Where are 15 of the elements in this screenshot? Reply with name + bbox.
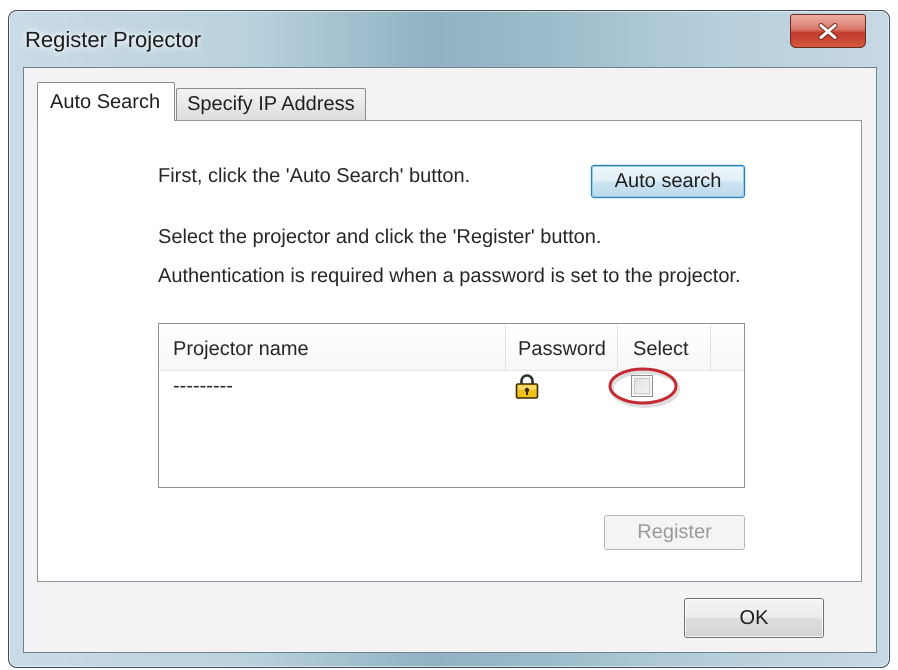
close-icon: [818, 22, 838, 40]
projector-name-cell-text: ---------: [172, 374, 233, 398]
column-header[interactable]: Password: [506, 324, 618, 370]
window-title: Register Projector: [25, 27, 202, 53]
close-button[interactable]: [790, 14, 866, 48]
column-header[interactable]: Select: [618, 324, 711, 370]
instruction-text: First, click the 'Auto Search' button.: [158, 165, 470, 187]
column-header[interactable]: Projector name: [159, 324, 506, 370]
select-checkbox[interactable]: [631, 375, 653, 397]
instruction-text: Select the projector and click the 'Register' button.: [158, 226, 602, 248]
ok-button[interactable]: OK: [684, 598, 824, 638]
tab[interactable]: Auto Search: [37, 82, 176, 121]
auto-search-button[interactable]: Auto search: [591, 165, 745, 198]
tab[interactable]: Specify IP Address: [176, 88, 366, 120]
instruction-text: Authentication is required when a password is set to the projector.: [158, 265, 741, 287]
